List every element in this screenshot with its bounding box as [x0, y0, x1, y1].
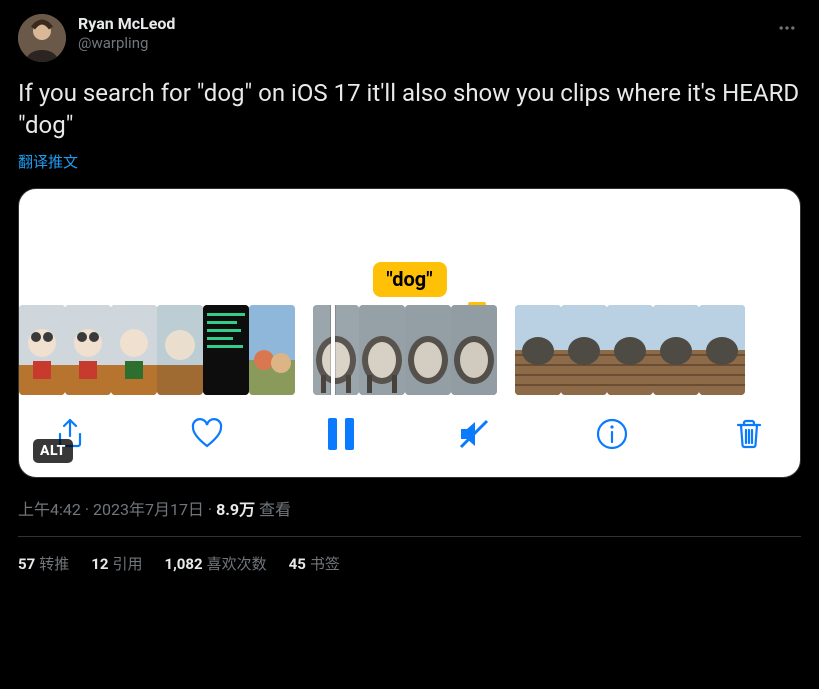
tweet-meta: 上午4:42 2023年7月17日 8.9万 查看 — [18, 496, 801, 520]
clip-thumbnail[interactable] — [405, 305, 451, 395]
clip-thumbnail[interactable] — [65, 305, 111, 395]
clip-thumbnail[interactable] — [313, 305, 359, 395]
tweet-time[interactable]: 上午4:42 — [18, 500, 81, 519]
clip-thumbnail[interactable] — [699, 305, 745, 395]
clip-thumbnail[interactable] — [561, 305, 607, 395]
alt-badge[interactable]: ALT — [33, 439, 73, 463]
heart-icon[interactable] — [190, 417, 224, 451]
quotes-stat[interactable]: 12引用 — [91, 553, 142, 574]
clip-thumbnail[interactable] — [249, 305, 295, 395]
pause-icon[interactable] — [328, 418, 354, 450]
tweet-date[interactable]: 2023年7月17日 — [93, 500, 204, 519]
clip-thumbnail[interactable] — [451, 305, 497, 395]
mute-icon[interactable] — [457, 417, 491, 451]
clip-thumbnail[interactable] — [157, 305, 203, 395]
spotlight-search-token: "dog" — [372, 262, 446, 297]
playhead[interactable] — [331, 305, 335, 395]
clip-group[interactable] — [515, 305, 745, 395]
clip-group-active[interactable] — [313, 305, 497, 395]
clip-thumbnail[interactable] — [111, 305, 157, 395]
clip-group[interactable] — [19, 305, 295, 395]
views-label: 查看 — [259, 500, 291, 519]
video-timeline[interactable] — [19, 305, 800, 395]
retweets-stat[interactable]: 57转推 — [18, 553, 69, 574]
clip-thumbnail[interactable] — [515, 305, 561, 395]
likes-stat[interactable]: 1,082喜欢次数 — [164, 553, 266, 574]
media-whitespace: "dog" — [19, 189, 800, 305]
display-name: Ryan McLeod — [78, 14, 175, 34]
views-count: 8.9万 — [216, 500, 255, 519]
media-toolbar — [19, 395, 800, 477]
clip-thumbnail[interactable] — [19, 305, 65, 395]
tweet-text: If you search for "dog" on iOS 17 it'll … — [18, 78, 801, 141]
bookmarks-stat[interactable]: 45书签 — [289, 553, 340, 574]
handle: @warpling — [78, 34, 175, 53]
more-options-button[interactable] — [773, 14, 801, 46]
clip-thumbnail[interactable] — [607, 305, 653, 395]
stats-row: 57转推 12引用 1,082喜欢次数 45书签 — [18, 537, 801, 574]
media-card[interactable]: "dog" — [18, 188, 801, 478]
clip-thumbnail[interactable] — [653, 305, 699, 395]
tweet-header: Ryan McLeod @warpling — [18, 14, 801, 62]
author-name-block[interactable]: Ryan McLeod @warpling — [78, 14, 175, 53]
clip-thumbnail[interactable] — [359, 305, 405, 395]
translate-link[interactable]: 翻译推文 — [18, 151, 78, 172]
clip-thumbnail[interactable] — [203, 305, 249, 395]
avatar[interactable] — [18, 14, 66, 62]
trash-icon[interactable] — [732, 417, 766, 451]
search-token-text: "dog" — [386, 267, 432, 291]
tweet-container: Ryan McLeod @warpling If you search for … — [0, 0, 819, 584]
info-icon[interactable] — [595, 417, 629, 451]
